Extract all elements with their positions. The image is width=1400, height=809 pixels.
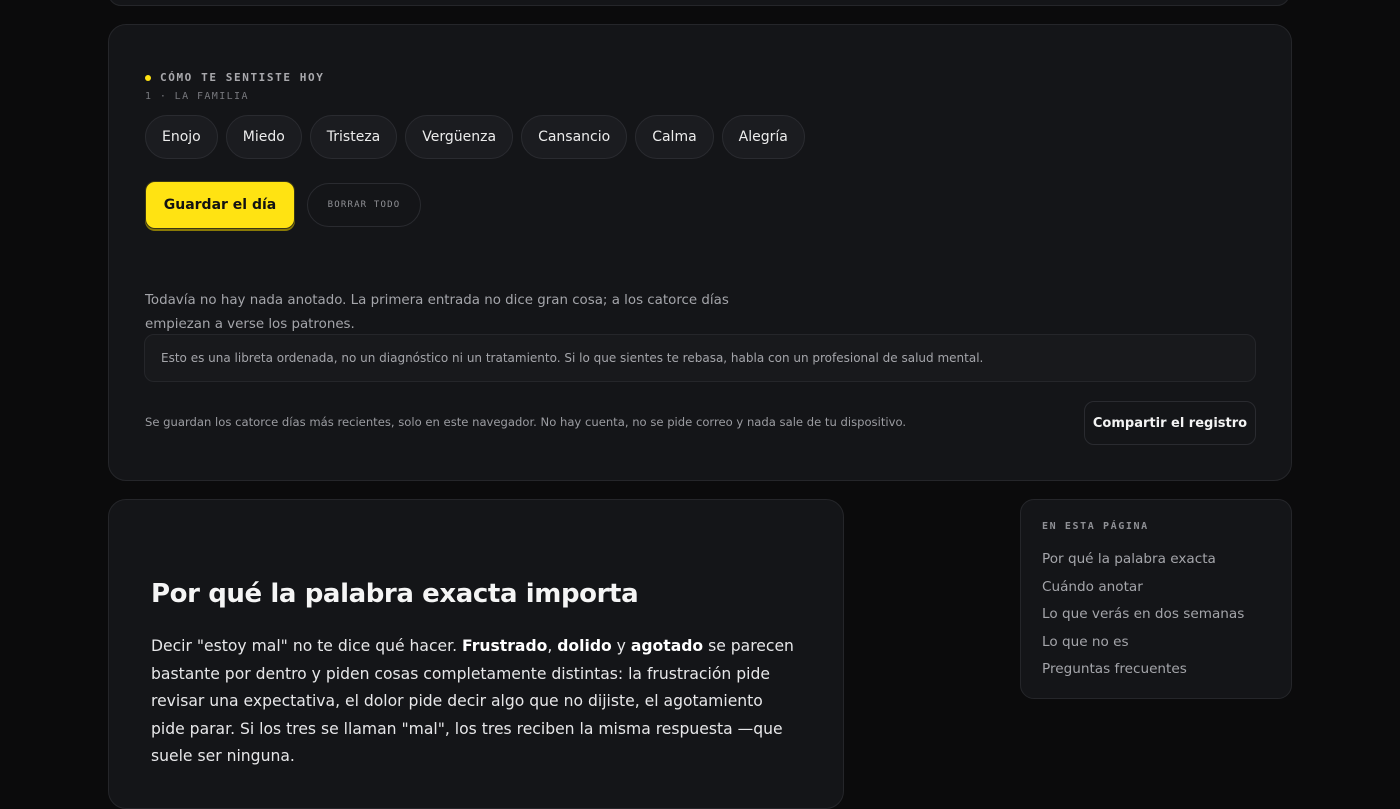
emotion-family-label: 1 · LA FAMILIA [145, 91, 249, 102]
article-bold-agotado: agotado [630, 637, 704, 655]
article-text-intro: Decir "estoy mal" no te dice qué hacer. [151, 637, 463, 655]
article-card: Por qué la palabra exacta importa Decir … [108, 499, 844, 809]
emotion-chip-list: Enojo Miedo Tristeza Vergüenza Cansancio… [145, 115, 805, 159]
previous-card-edge [108, 0, 1290, 6]
article-text-sep2: y [611, 637, 631, 655]
emotion-chip-verguenza[interactable]: Vergüenza [405, 115, 514, 159]
clear-all-button[interactable]: BORRAR TODO [307, 183, 421, 227]
empty-state-text: Todavía no hay nada anotado. La primera … [145, 293, 729, 332]
toc-link-lo-que-no-es[interactable]: Lo que no es [1042, 629, 1244, 657]
article-title: Por qué la palabra exacta importa [151, 579, 639, 609]
emotion-chip-enojo[interactable]: Enojo [145, 115, 218, 159]
disclaimer-box: Esto es una libreta ordenada, no un diag… [144, 334, 1256, 382]
privacy-note: Se guardan los catorce días más reciente… [145, 415, 907, 429]
emotion-chip-tristeza[interactable]: Tristeza [309, 115, 398, 159]
table-of-contents: EN ESTA PÁGINA Por qué la palabra exacta… [1020, 499, 1292, 699]
article-bold-frustrado: Frustrado [462, 637, 548, 655]
accent-dot-icon [145, 74, 151, 81]
toc-link-preguntas-frecuentes[interactable]: Preguntas frecuentes [1042, 656, 1244, 684]
article-text-sep1: , [547, 637, 558, 655]
section-label: CÓMO TE SENTISTE HOY [145, 71, 324, 84]
toc-title: EN ESTA PÁGINA [1042, 521, 1149, 532]
toc-link-dos-semanas[interactable]: Lo que verás en dos semanas [1042, 601, 1244, 629]
toc-link-cuando-anotar[interactable]: Cuándo anotar [1042, 574, 1244, 602]
tracker-actions: Guardar el día BORRAR TODO [145, 181, 421, 229]
save-day-button[interactable]: Guardar el día [145, 181, 295, 229]
share-log-button[interactable]: Compartir el registro [1084, 401, 1256, 445]
toc-list: Por qué la palabra exacta Cuándo anotar … [1042, 546, 1244, 684]
mood-tracker-card: CÓMO TE SENTISTE HOY 1 · LA FAMILIA Enoj… [108, 24, 1292, 481]
emotion-chip-calma[interactable]: Calma [635, 115, 714, 159]
toc-link-palabra-exacta[interactable]: Por qué la palabra exacta [1042, 546, 1244, 574]
article-text-rest: se parecen bastante por dentro y piden c… [151, 637, 794, 765]
emotion-chip-cansancio[interactable]: Cansancio [521, 115, 628, 159]
emotion-chip-alegria[interactable]: Alegría [721, 115, 805, 159]
emotion-chip-miedo[interactable]: Miedo [225, 115, 302, 159]
disclaimer-text: Esto es una libreta ordenada, no un diag… [161, 351, 984, 365]
section-label-text: CÓMO TE SENTISTE HOY [160, 71, 325, 84]
article-bold-dolido: dolido [557, 637, 612, 655]
article-paragraph: Decir "estoy mal" no te dice qué hacer. … [151, 633, 801, 771]
